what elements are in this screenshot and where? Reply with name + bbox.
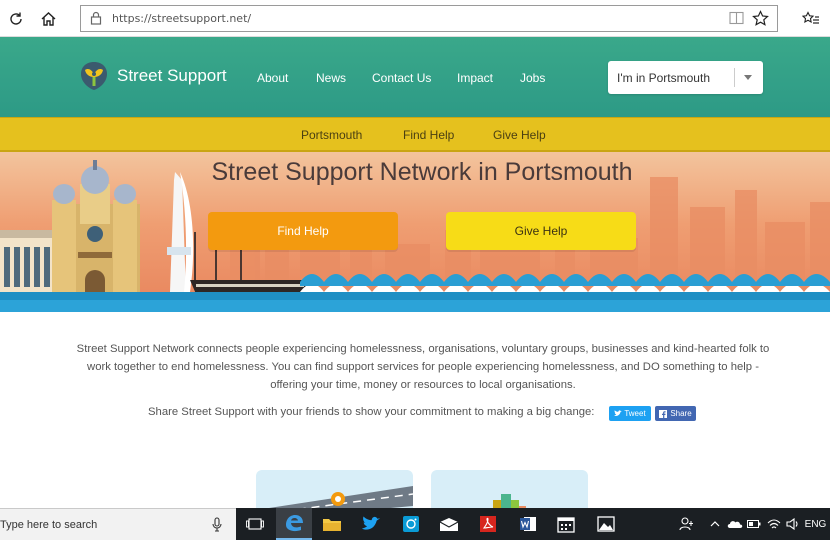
acrobat-reader-icon[interactable] <box>470 508 506 540</box>
address-bar[interactable]: https://streetsupport.net/ <box>80 5 778 32</box>
tweet-label: Tweet <box>624 409 646 418</box>
location-select[interactable]: I'm in Portsmouth <box>608 61 763 94</box>
microphone-icon[interactable] <box>212 517 222 537</box>
volume-icon[interactable] <box>784 508 802 540</box>
edge-browser-icon[interactable] <box>276 508 312 540</box>
street-support-logo-icon[interactable] <box>80 61 108 91</box>
hero-banner: Street Support Network in Portsmouth Fin… <box>0 152 830 312</box>
browser-toolbar: https://streetsupport.net/ <box>0 0 830 37</box>
favorites-hub-icon[interactable] <box>798 6 824 32</box>
task-view-icon[interactable] <box>237 508 273 540</box>
nav-about[interactable]: About <box>257 71 288 85</box>
intro-paragraph: Street Support Network connects people e… <box>76 343 770 391</box>
tweet-button[interactable]: Tweet <box>609 406 651 421</box>
brand-name[interactable]: Street Support <box>117 66 227 86</box>
taskbar-search-box[interactable]: Type here to search <box>0 508 236 540</box>
twitter-app-icon[interactable] <box>353 508 389 540</box>
reading-view-icon[interactable] <box>729 11 744 30</box>
home-icon[interactable] <box>35 6 61 32</box>
windows-taskbar: Type here to search ENG <box>0 508 830 540</box>
share-prompt: Share Street Support with your friends t… <box>148 406 595 418</box>
battery-icon[interactable] <box>745 508 763 540</box>
hero-title: Street Support Network in Portsmouth <box>211 158 633 186</box>
wifi-icon[interactable] <box>765 508 783 540</box>
subnav-portsmouth[interactable]: Portsmouth <box>301 128 362 142</box>
camera-app-icon[interactable] <box>393 508 429 540</box>
chevron-down-icon <box>744 75 752 80</box>
chevron-up-icon[interactable] <box>706 508 724 540</box>
photos-icon[interactable] <box>588 508 624 540</box>
subnav-give-help[interactable]: Give Help <box>493 128 546 142</box>
refresh-icon[interactable] <box>3 6 29 32</box>
site-header: Street Support About News Contact Us Imp… <box>0 37 830 117</box>
twitter-bird-icon <box>614 410 623 416</box>
onedrive-cloud-icon[interactable] <box>726 508 744 540</box>
people-icon[interactable] <box>676 508 698 540</box>
give-help-button[interactable]: Give Help <box>446 212 636 250</box>
subnav-find-help[interactable]: Find Help <box>403 128 454 142</box>
share-label: Share <box>670 409 692 418</box>
file-explorer-icon[interactable] <box>314 508 350 540</box>
mail-icon[interactable] <box>431 508 467 540</box>
nav-news[interactable]: News <box>316 71 346 85</box>
location-subnav: Portsmouth Find Help Give Help <box>0 117 830 152</box>
select-divider <box>734 68 735 87</box>
calendar-icon[interactable] <box>548 508 584 540</box>
taskbar-search-placeholder: Type here to search <box>0 519 98 531</box>
location-select-value: I'm in Portsmouth <box>617 71 710 85</box>
find-help-button[interactable]: Find Help <box>208 212 398 250</box>
url-text: https://streetsupport.net/ <box>112 12 252 25</box>
facebook-share-button[interactable]: Share <box>655 406 696 421</box>
facebook-icon <box>659 409 668 418</box>
word-icon[interactable] <box>510 508 546 540</box>
favorite-star-icon[interactable] <box>752 10 769 32</box>
language-indicator[interactable]: ENG <box>803 508 828 540</box>
nav-contact-us[interactable]: Contact Us <box>372 71 431 85</box>
nav-impact[interactable]: Impact <box>457 71 493 85</box>
lock-icon <box>90 11 102 30</box>
nav-jobs[interactable]: Jobs <box>520 71 545 85</box>
